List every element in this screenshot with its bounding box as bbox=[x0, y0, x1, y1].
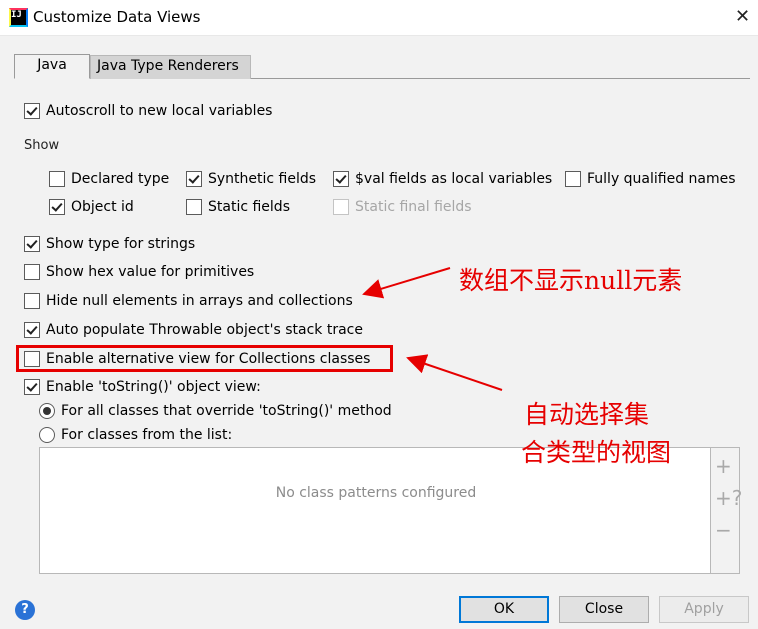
list-toolbar: + +? − bbox=[711, 447, 742, 574]
alternative-collections-view-label: Enable alternative view for Collections … bbox=[46, 351, 371, 367]
tab-java[interactable]: Java bbox=[14, 54, 90, 79]
static-fields-label: Static fields bbox=[208, 199, 290, 215]
annotation-collections-line2: 合类型的视图 bbox=[521, 438, 672, 467]
static-final-fields-label: Static final fields bbox=[355, 199, 472, 215]
arrow-to-collections-view bbox=[406, 354, 503, 391]
val-fields-label: $val fields as local variables bbox=[355, 171, 553, 187]
intellij-app-icon: IJ bbox=[9, 8, 28, 27]
hide-null-elements-row[interactable]: Hide null elements in arrays and collect… bbox=[24, 291, 353, 311]
synthetic-fields-checkbox[interactable] bbox=[186, 171, 202, 187]
val-fields-checkbox[interactable] bbox=[333, 171, 349, 187]
tostring-view-row[interactable]: Enable 'toString()' object view: bbox=[24, 377, 261, 397]
help-icon[interactable]: ? bbox=[15, 600, 35, 620]
object-id-checkbox[interactable] bbox=[49, 199, 65, 215]
auto-populate-throwable-label: Auto populate Throwable object's stack t… bbox=[46, 322, 363, 338]
annotation-null-note: 数组不显示null元素 bbox=[459, 266, 683, 295]
alternative-collections-view-row[interactable]: Enable alternative view for Collections … bbox=[24, 349, 370, 369]
show-type-for-strings-label: Show type for strings bbox=[46, 236, 196, 252]
remove-pattern-icon[interactable]: − bbox=[715, 518, 732, 542]
radio-all-classes-row[interactable]: For all classes that override 'toString(… bbox=[39, 401, 392, 421]
autoscroll-label: Autoscroll to new local variables bbox=[46, 103, 273, 119]
show-type-for-strings-checkbox[interactable] bbox=[24, 236, 40, 252]
static-fields-row[interactable]: Static fields bbox=[186, 197, 290, 217]
add-pattern-icon[interactable]: + bbox=[715, 454, 732, 478]
tostring-view-checkbox[interactable] bbox=[24, 379, 40, 395]
fully-qualified-names-label: Fully qualified names bbox=[587, 171, 736, 187]
title-bar: IJ Customize Data Views ✕ bbox=[0, 0, 758, 36]
static-fields-checkbox[interactable] bbox=[186, 199, 202, 215]
auto-populate-throwable-row[interactable]: Auto populate Throwable object's stack t… bbox=[24, 320, 363, 340]
synthetic-fields-row[interactable]: Synthetic fields bbox=[186, 169, 316, 189]
radio-classes-from-list-row[interactable]: For classes from the list: bbox=[39, 425, 232, 445]
hide-null-elements-checkbox[interactable] bbox=[24, 293, 40, 309]
synthetic-fields-label: Synthetic fields bbox=[208, 171, 317, 187]
arrow-to-hide-null bbox=[362, 267, 451, 299]
annotation-collections-line1: 自动选择集 bbox=[524, 400, 650, 429]
window-title: Customize Data Views bbox=[33, 8, 201, 26]
radio-classes-from-list-label: For classes from the list: bbox=[61, 427, 233, 443]
show-type-for-strings-row[interactable]: Show type for strings bbox=[24, 234, 195, 254]
tostring-view-label: Enable 'toString()' object view: bbox=[46, 379, 261, 395]
ok-button[interactable]: OK bbox=[459, 596, 549, 623]
declared-type-row[interactable]: Declared type bbox=[49, 169, 169, 189]
static-final-fields-checkbox bbox=[333, 199, 349, 215]
show-hex-value-label: Show hex value for primitives bbox=[46, 264, 255, 280]
apply-button: Apply bbox=[659, 596, 749, 623]
show-section-label: Show bbox=[24, 138, 60, 153]
empty-list-text: No class patterns configured bbox=[275, 485, 477, 501]
autoscroll-checkbox-row[interactable]: Autoscroll to new local variables bbox=[24, 101, 272, 121]
radio-all-classes[interactable] bbox=[39, 403, 55, 419]
close-window-icon[interactable]: ✕ bbox=[735, 6, 750, 27]
show-hex-value-row[interactable]: Show hex value for primitives bbox=[24, 262, 254, 282]
close-button[interactable]: Close bbox=[559, 596, 649, 623]
fully-qualified-names-row[interactable]: Fully qualified names bbox=[565, 169, 736, 189]
val-fields-row[interactable]: $val fields as local variables bbox=[333, 169, 552, 189]
show-hex-value-checkbox[interactable] bbox=[24, 264, 40, 280]
declared-type-checkbox[interactable] bbox=[49, 171, 65, 187]
radio-classes-from-list[interactable] bbox=[39, 427, 55, 443]
tab-java-type-renderers[interactable]: Java Type Renderers bbox=[90, 55, 251, 79]
auto-populate-throwable-checkbox[interactable] bbox=[24, 322, 40, 338]
static-final-fields-row: Static final fields bbox=[333, 197, 472, 217]
add-query-icon[interactable]: +? bbox=[715, 486, 742, 510]
object-id-row[interactable]: Object id bbox=[49, 197, 134, 217]
alternative-collections-view-checkbox[interactable] bbox=[24, 351, 40, 367]
object-id-label: Object id bbox=[71, 199, 134, 215]
radio-all-classes-label: For all classes that override 'toString(… bbox=[61, 403, 392, 419]
fully-qualified-names-checkbox[interactable] bbox=[565, 171, 581, 187]
hide-null-elements-label: Hide null elements in arrays and collect… bbox=[46, 293, 353, 309]
autoscroll-checkbox[interactable] bbox=[24, 103, 40, 119]
declared-type-label: Declared type bbox=[71, 171, 170, 187]
